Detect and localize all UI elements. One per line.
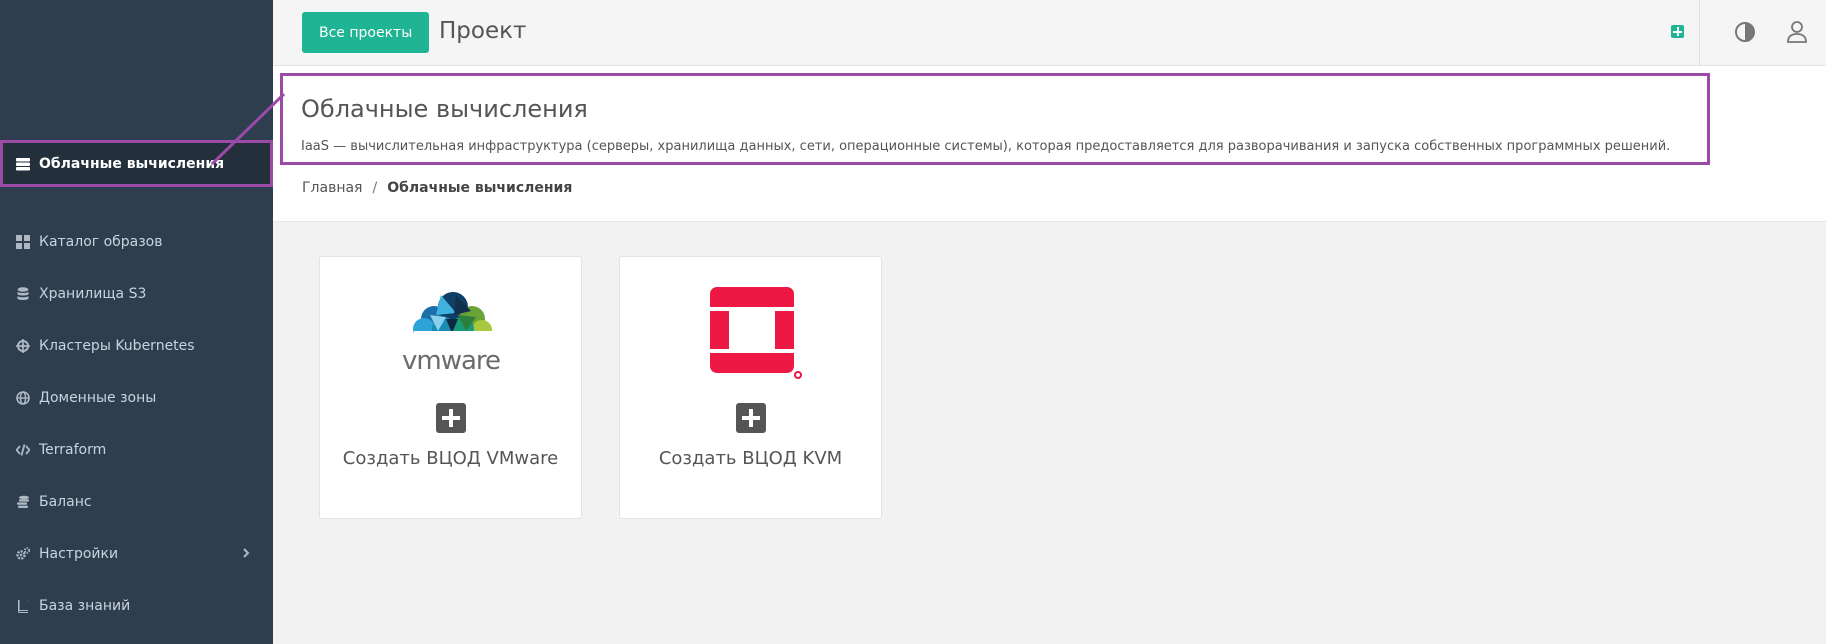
sidebar-item-label: Каталог образов: [39, 234, 163, 250]
sidebar-item-settings[interactable]: Настройки: [0, 528, 273, 580]
sidebar-item-label: Доменные зоны: [39, 390, 157, 406]
globe-icon: [16, 391, 30, 405]
sidebar-item-kubernetes[interactable]: Кластеры Kubernetes: [0, 320, 273, 372]
user-icon[interactable]: [1786, 20, 1808, 44]
sidebar: Облачные вычисления Каталог образов Хран…: [0, 0, 273, 644]
database-icon: [16, 287, 30, 301]
server-icon: [16, 157, 30, 171]
sidebar-item-balance[interactable]: Баланс: [0, 476, 273, 528]
top-bar: Все проекты Проект: [273, 0, 1826, 66]
breadcrumb-home-link[interactable]: Главная: [302, 180, 362, 196]
card-label: Создать ВЦОД KVM: [658, 448, 843, 469]
grid-icon: [16, 235, 30, 249]
sidebar-item-image-catalog[interactable]: Каталог образов: [0, 216, 273, 268]
book-icon: [16, 599, 30, 613]
breadcrumb-separator: /: [372, 180, 378, 196]
sidebar-item-label: Кластеры Kubernetes: [39, 338, 195, 354]
create-vmware-vdc-card[interactable]: vmware Создать ВЦОД VMware: [319, 256, 582, 519]
sidebar-item-s3-storage[interactable]: Хранилища S3: [0, 268, 273, 320]
sidebar-item-knowledge-base[interactable]: База знаний: [0, 580, 273, 632]
sidebar-item-label: Настройки: [39, 546, 119, 562]
vmware-wordmark: vmware: [401, 346, 499, 376]
plus-square-icon: [436, 403, 466, 433]
gears-icon: [16, 547, 30, 561]
code-icon: [16, 443, 30, 457]
sidebar-item-cloud-computing[interactable]: Облачные вычисления: [0, 140, 273, 187]
page-description: IaaS — вычислительная инфраструктура (се…: [301, 139, 1671, 154]
breadcrumb: Главная / Облачные вычисления: [302, 180, 572, 196]
topbar-divider: [1699, 0, 1700, 66]
create-kvm-vdc-card[interactable]: Создать ВЦОД KVM: [619, 256, 882, 519]
chevron-right-icon: [239, 546, 253, 560]
project-title: Проект: [439, 18, 527, 44]
sidebar-item-label: Terraform: [39, 442, 107, 458]
plus-square-icon: [736, 403, 766, 433]
card-label: Создать ВЦОД VMware: [342, 448, 559, 469]
openstack-logo: [620, 285, 881, 385]
highlight-frame: Облачные вычисления IaaS — вычислительна…: [280, 73, 1710, 165]
sidebar-item-terraform[interactable]: Terraform: [0, 424, 273, 476]
breadcrumb-current: Облачные вычисления: [387, 180, 573, 196]
coins-icon: [16, 495, 30, 509]
contrast-icon[interactable]: [1734, 21, 1756, 43]
sidebar-item-label: База знаний: [39, 598, 131, 614]
all-projects-button[interactable]: Все проекты: [302, 12, 430, 53]
sidebar-item-label: Облачные вычисления: [39, 155, 225, 172]
sidebar-item-dns-zones[interactable]: Доменные зоны: [0, 372, 273, 424]
helm-icon: [16, 339, 30, 353]
page-title: Облачные вычисления: [301, 95, 588, 123]
sidebar-item-label: Хранилища S3: [39, 286, 147, 302]
vmware-logo: vmware: [320, 285, 581, 385]
sidebar-item-label: Баланс: [39, 494, 92, 510]
plus-square-icon[interactable]: [1671, 25, 1684, 38]
page-header: Облачные вычисления IaaS — вычислительна…: [273, 66, 1826, 222]
